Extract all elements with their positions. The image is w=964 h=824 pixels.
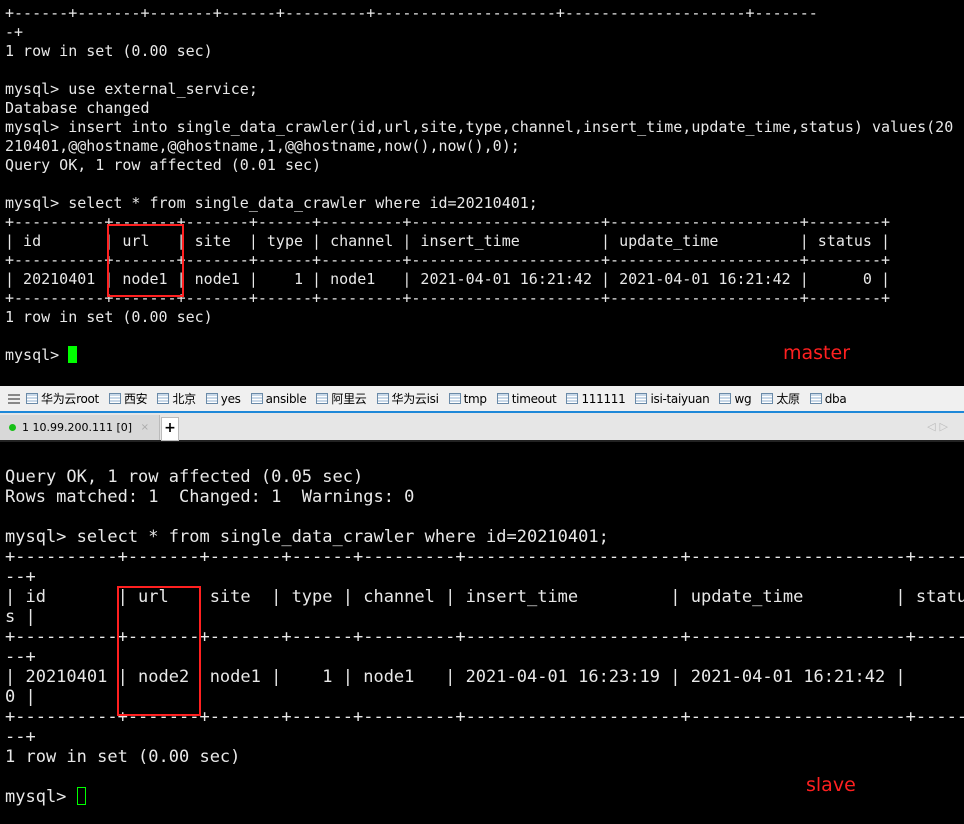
session-folder-icon bbox=[566, 393, 579, 404]
terminal-line: mysql> insert into single_data_crawler(i… bbox=[5, 118, 954, 136]
bookmark-label: 华为云root bbox=[41, 392, 99, 406]
session-folder-icon bbox=[809, 393, 822, 404]
bookmark-label: 111111 bbox=[581, 391, 626, 406]
bookmark-label: yes bbox=[220, 391, 241, 406]
terminal-line: +----------+-------+-------+------+-----… bbox=[5, 547, 964, 567]
bookmark-label: 北京 bbox=[172, 392, 196, 406]
menu-icon[interactable] bbox=[8, 393, 20, 404]
slave-prompt-line: mysql> bbox=[5, 787, 86, 807]
bookmark-item[interactable]: ansible bbox=[250, 390, 307, 407]
terminal-line: 1 row in set (0.00 sec) bbox=[5, 747, 241, 767]
bookmark-label: wg bbox=[734, 391, 752, 406]
bookmark-label: tmp bbox=[463, 391, 487, 406]
slave-label: slave bbox=[806, 774, 856, 796]
terminal-line: Query OK, 1 row affected (0.01 sec) bbox=[5, 156, 322, 174]
cursor bbox=[76, 787, 86, 805]
connected-status-icon bbox=[9, 424, 16, 431]
prompt: mysql> bbox=[5, 346, 69, 364]
session-folder-icon bbox=[26, 393, 38, 404]
terminal-line: +------+-------+-------+------+---------… bbox=[5, 4, 818, 22]
terminal-line: --+ bbox=[5, 727, 36, 747]
bookmark-item[interactable]: 北京 bbox=[157, 390, 196, 407]
bookmark-label: dba bbox=[824, 391, 847, 406]
bookmark-item[interactable]: yes bbox=[205, 390, 241, 407]
bookmark-item[interactable]: 西安 bbox=[108, 390, 148, 407]
session-folder-icon bbox=[635, 393, 648, 404]
bookmark-item[interactable]: 111111 bbox=[566, 390, 626, 407]
terminal-line: Query OK, 1 row affected (0.05 sec) bbox=[5, 467, 364, 487]
session-folder-icon bbox=[496, 393, 509, 404]
session-tab-bar: 1 10.99.200.111 [0] × + ◁▷ bbox=[0, 413, 964, 442]
slave-terminal[interactable]: Query OK, 1 row affected (0.05 sec) Rows … bbox=[0, 442, 964, 824]
terminal-line: 1 row in set (0.00 sec) bbox=[5, 308, 213, 326]
terminal-line: Rows matched: 1 Changed: 1 Warnings: 0 bbox=[5, 487, 415, 507]
bookmark-label: 太原 bbox=[776, 392, 800, 406]
session-folder-icon bbox=[761, 393, 774, 404]
close-tab-icon[interactable]: × bbox=[141, 422, 149, 433]
bookmark-item[interactable]: dba bbox=[809, 390, 847, 407]
session-folder-icon bbox=[316, 393, 329, 404]
master-terminal[interactable]: +------+-------+-------+------+---------… bbox=[0, 0, 964, 386]
session-folder-icon bbox=[719, 393, 732, 404]
session-folder-icon bbox=[108, 393, 121, 404]
terminal-line: s | bbox=[5, 607, 36, 627]
bookmark-label: 西安 bbox=[123, 392, 148, 406]
bookmark-item[interactable]: timeout bbox=[496, 390, 557, 407]
terminal-line: 1 row in set (0.00 sec) bbox=[5, 42, 213, 60]
bookmark-label: isi-taiyuan bbox=[650, 391, 710, 406]
session-folder-icon bbox=[448, 393, 461, 404]
terminal-line: mysql> select * from single_data_crawler… bbox=[5, 527, 609, 547]
bookmark-item[interactable]: wg bbox=[719, 390, 752, 407]
session-tab-label: 1 10.99.200.111 [0] bbox=[22, 421, 133, 434]
terminal-line: --+ bbox=[5, 567, 36, 587]
url-column-highlight bbox=[117, 586, 201, 716]
terminal-line: 0 | bbox=[5, 687, 36, 707]
terminal-line: --+ bbox=[5, 647, 36, 667]
bookmark-label: timeout bbox=[511, 391, 557, 406]
session-folder-icon bbox=[157, 393, 170, 404]
bookmark-item[interactable]: isi-taiyuan bbox=[635, 390, 710, 407]
terminal-line: 210401,@@hostname,@@hostname,1,@@hostnam… bbox=[5, 137, 520, 155]
session-tab[interactable]: 1 10.99.200.111 [0] × bbox=[0, 415, 160, 440]
session-folder-icon bbox=[376, 393, 389, 404]
bookmark-item[interactable]: 华为云isi bbox=[376, 390, 439, 407]
prompt: mysql> bbox=[5, 787, 77, 807]
bookmark-label: 阿里云 bbox=[331, 392, 367, 406]
bookmark-item[interactable]: tmp bbox=[448, 390, 487, 407]
bookmark-item[interactable]: 太原 bbox=[761, 390, 800, 407]
terminal-line: Database changed bbox=[5, 99, 150, 117]
bookmarks-bar: 华为云root 西安 北京 yes ansible 阿里云 华为云isi tmp timeout… bbox=[0, 386, 964, 413]
master-prompt-line: mysql> bbox=[5, 346, 78, 365]
terminal-line: -+ bbox=[5, 23, 24, 41]
session-folder-icon bbox=[205, 393, 218, 404]
terminal-line: mysql> select * from single_data_crawler… bbox=[5, 194, 538, 212]
tab-scroll-arrows-icon[interactable]: ◁▷ bbox=[927, 420, 952, 433]
cursor bbox=[68, 346, 78, 363]
bookmark-label: 华为云isi bbox=[391, 392, 439, 406]
add-tab-button[interactable]: + bbox=[161, 417, 179, 441]
terminal-line: mysql> use external_service; bbox=[5, 80, 258, 98]
bookmark-label: ansible bbox=[265, 391, 307, 406]
bookmark-item[interactable]: 阿里云 bbox=[316, 390, 367, 407]
session-folder-icon bbox=[250, 393, 263, 404]
url-column-highlight bbox=[107, 224, 184, 297]
master-label: master bbox=[783, 342, 851, 364]
bookmark-item[interactable]: 华为云root bbox=[26, 390, 99, 407]
